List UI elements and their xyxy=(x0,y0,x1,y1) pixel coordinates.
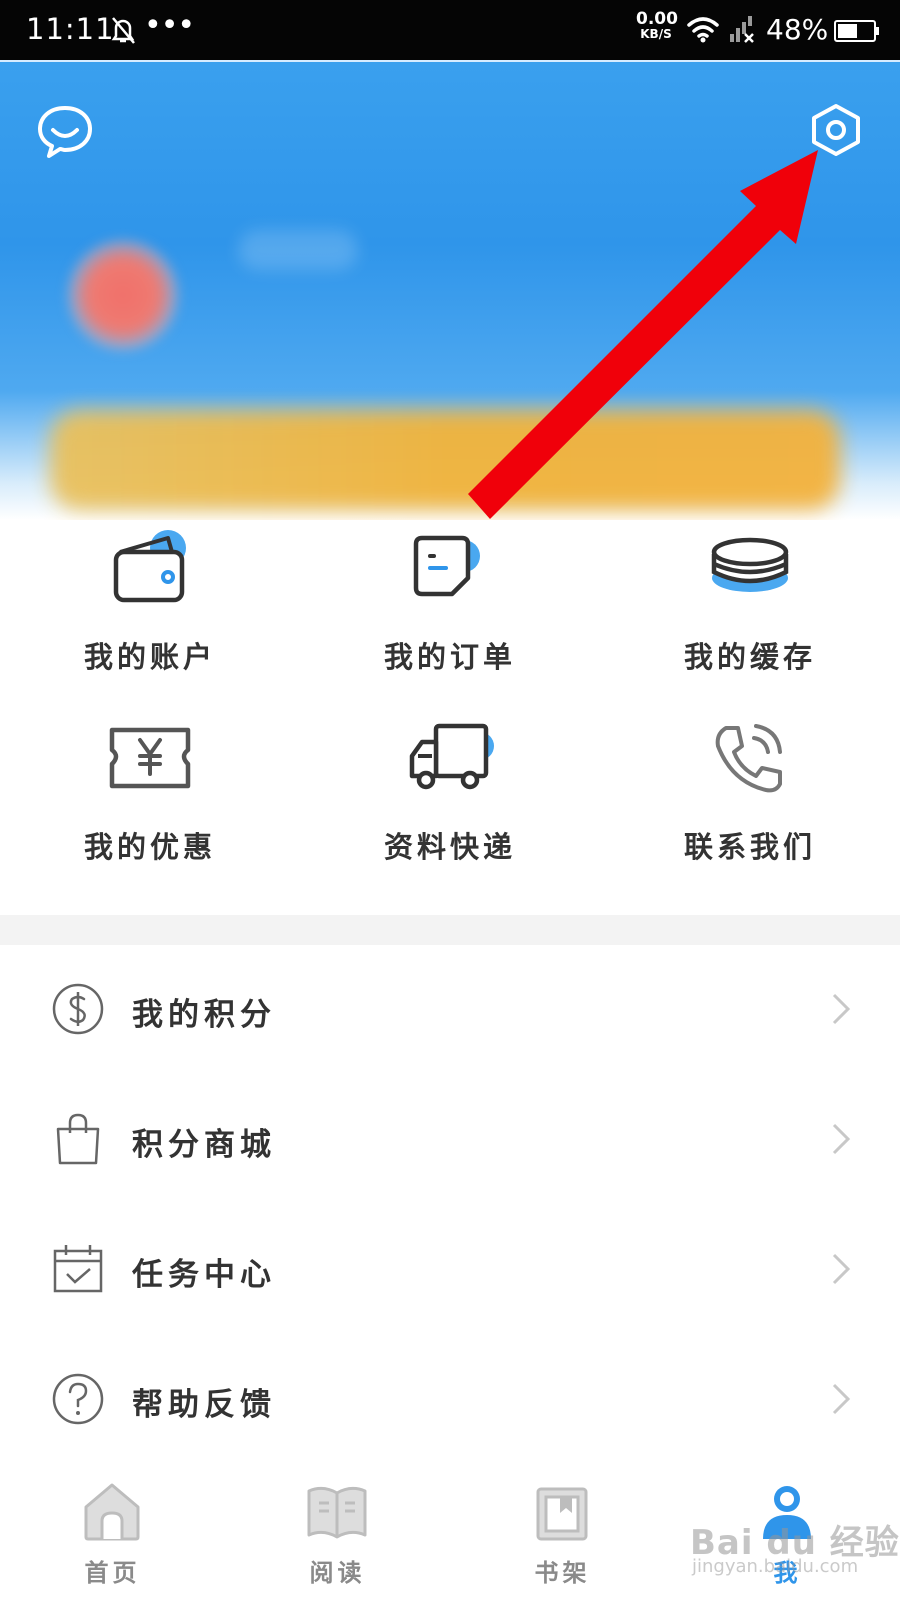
chevron-right-icon xyxy=(832,1253,851,1285)
list-item-help-feedback[interactable]: 帮助反馈 xyxy=(0,1335,900,1465)
list-item-points-mall[interactable]: 积分商城 xyxy=(0,1075,900,1205)
grid-label: 我的订单 xyxy=(383,640,516,674)
status-more-dots: ••• xyxy=(144,8,195,43)
header-divider xyxy=(0,60,900,62)
bell-muted-icon xyxy=(111,17,135,44)
hexagon-settings-icon[interactable] xyxy=(808,102,864,158)
chevron-right-icon xyxy=(832,1383,851,1415)
chat-bubble-icon[interactable] xyxy=(36,104,94,160)
dollar-circle-icon xyxy=(52,983,104,1035)
grid-item-contact[interactable]: 联系我们 xyxy=(600,710,900,900)
list-item-label: 积分商城 xyxy=(132,1127,276,1163)
grid-label: 资料快递 xyxy=(383,830,516,864)
chevron-right-icon xyxy=(832,993,851,1025)
chevron-right-icon xyxy=(832,1123,851,1155)
username-blurred xyxy=(238,230,358,270)
battery-percent: 48% xyxy=(766,13,829,46)
home-icon xyxy=(84,1483,140,1541)
grid-label: 我的缓存 xyxy=(683,640,816,674)
list-item-label: 帮助反馈 xyxy=(132,1387,276,1423)
grid-item-orders[interactable]: 我的订单 xyxy=(300,520,600,710)
grid-label: 联系我们 xyxy=(683,830,816,864)
phone-icon xyxy=(715,724,782,793)
grid-item-delivery[interactable]: 资料快递 xyxy=(300,710,600,900)
section-divider xyxy=(0,915,900,945)
open-book-icon xyxy=(307,1486,367,1539)
signal-icon xyxy=(730,16,754,43)
vip-banner[interactable] xyxy=(50,410,840,510)
cache-stack-icon xyxy=(711,537,789,592)
grid-item-coupons[interactable]: 我的优惠 xyxy=(0,710,300,900)
nav-read[interactable]: 阅读 xyxy=(225,1465,450,1600)
nav-home[interactable]: 首页 xyxy=(0,1465,225,1600)
nav-bookshelf[interactable]: 书架 xyxy=(450,1465,675,1600)
status-time: 11:11 xyxy=(26,12,115,46)
profile-header xyxy=(0,60,900,520)
list-item-points[interactable]: 我的积分 xyxy=(0,945,900,1075)
wallet-icon xyxy=(113,530,186,603)
grid-label: 我的优惠 xyxy=(83,830,216,864)
grid-item-account[interactable]: 我的账户 xyxy=(0,520,300,710)
order-doc-icon xyxy=(413,535,480,597)
calendar-check-icon xyxy=(53,1245,103,1293)
nav-label: 书架 xyxy=(534,1559,591,1587)
net-speed-value: 0.00 xyxy=(636,9,678,29)
watermark-url: jingyan.baidu.com xyxy=(692,1556,859,1577)
avatar[interactable] xyxy=(68,240,178,350)
nav-label: 首页 xyxy=(84,1559,141,1587)
grid-item-cache[interactable]: 我的缓存 xyxy=(600,520,900,710)
status-bar: 11:11 ••• 0.00 KB/S 48% xyxy=(0,0,900,60)
grid-label: 我的账户 xyxy=(83,640,216,674)
menu-list: 我的积分 积分商城 任务中心 帮助反馈 xyxy=(0,945,900,1465)
coupon-yen-icon xyxy=(109,727,191,789)
list-item-label: 任务中心 xyxy=(132,1257,276,1293)
list-item-label: 我的积分 xyxy=(132,997,276,1033)
question-circle-icon xyxy=(52,1373,104,1425)
bookshelf-icon xyxy=(536,1487,588,1541)
list-item-task-center[interactable]: 任务中心 xyxy=(0,1205,900,1335)
shopping-bag-icon xyxy=(56,1113,100,1165)
battery-icon xyxy=(834,20,879,42)
delivery-truck-icon xyxy=(409,723,494,790)
net-speed: 0.00 KB/S xyxy=(636,9,678,42)
nav-label: 阅读 xyxy=(309,1559,366,1587)
net-speed-unit: KB/S xyxy=(640,27,672,41)
wifi-icon xyxy=(687,17,719,43)
feature-grid: 我的账户 我的订单 我的缓存 我的优惠 资料快递 联系我们 xyxy=(0,520,900,915)
